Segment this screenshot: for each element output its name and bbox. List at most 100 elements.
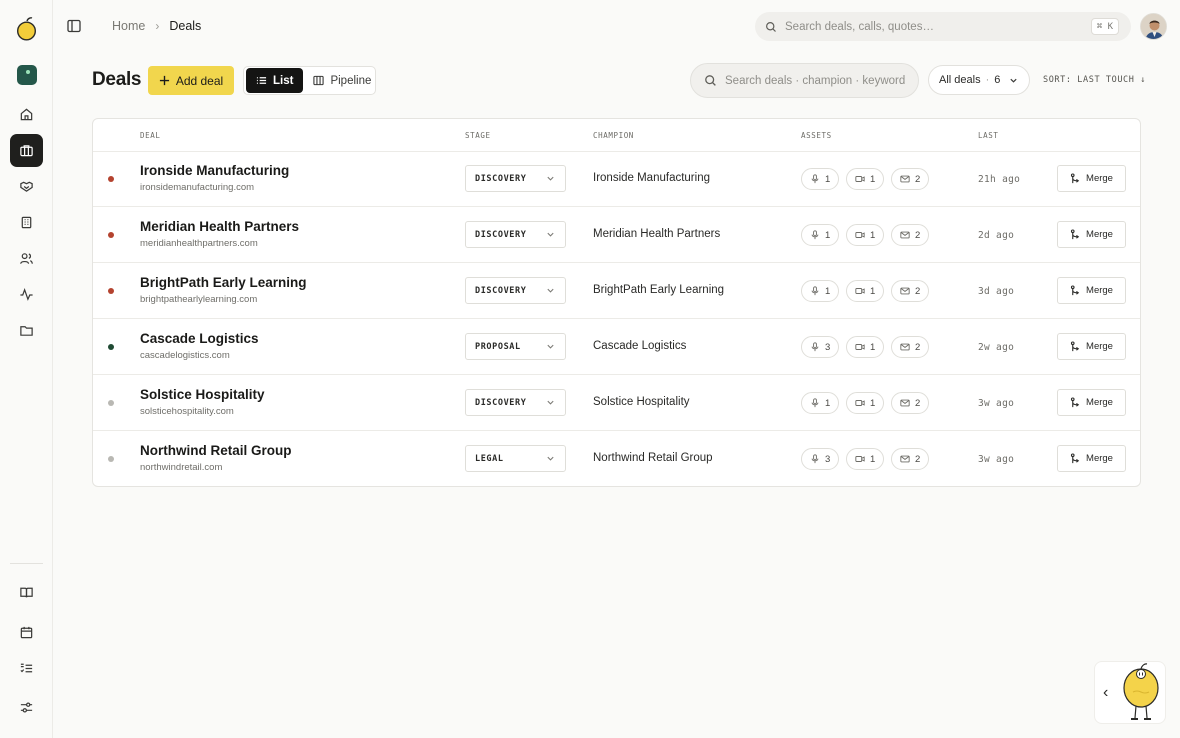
search-icon	[705, 75, 716, 86]
videos-count: 1	[870, 397, 876, 409]
emails-asset-chip[interactable]: 2	[891, 392, 930, 414]
deal-search-input[interactable]: Search deals · champion · keyword	[690, 63, 919, 98]
video-icon	[855, 176, 865, 182]
table-row[interactable]: BrightPath Early Learning brightpathearl…	[93, 263, 1140, 319]
videos-asset-chip[interactable]: 1	[846, 280, 885, 302]
collapse-widget-button[interactable]: ‹	[1103, 685, 1115, 701]
merge-label: Merge	[1086, 397, 1113, 408]
calls-asset-chip[interactable]: 1	[801, 168, 840, 190]
merge-icon	[1070, 285, 1080, 296]
checklist-icon	[20, 663, 33, 673]
list-view-tab[interactable]: List	[246, 68, 304, 93]
sidebar-item-activity[interactable]	[10, 278, 43, 311]
videos-asset-chip[interactable]: 1	[846, 392, 885, 414]
breadcrumb-home-link[interactable]: Home	[112, 19, 145, 33]
sidebar-item-home[interactable]	[10, 98, 43, 131]
pipeline-view-tab[interactable]: Pipeline	[303, 68, 381, 93]
calls-asset-chip[interactable]: 1	[801, 280, 840, 302]
videos-asset-chip[interactable]: 1	[846, 448, 885, 470]
column-header-champion: CHAMPION	[593, 131, 634, 140]
home-icon	[20, 108, 33, 121]
emails-count: 2	[915, 453, 921, 465]
merge-button[interactable]: Merge	[1057, 277, 1126, 304]
stage-select[interactable]: DISCOVERY	[465, 221, 566, 248]
sidebar-item-calendar[interactable]	[10, 616, 43, 649]
table-row[interactable]: Meridian Health Partners meridianhealthp…	[93, 207, 1140, 263]
emails-asset-chip[interactable]: 2	[891, 280, 930, 302]
sidebar-item-deals[interactable]	[10, 134, 43, 167]
calls-asset-chip[interactable]: 1	[801, 392, 840, 414]
app-logo-icon[interactable]	[16, 17, 37, 41]
calls-count: 3	[825, 453, 831, 465]
calls-asset-chip[interactable]: 1	[801, 224, 840, 246]
videos-asset-chip[interactable]: 1	[846, 224, 885, 246]
deal-domain: cascadelogistics.com	[140, 350, 230, 361]
table-row[interactable]: Cascade Logistics cascadelogistics.com P…	[93, 319, 1140, 375]
deal-name[interactable]: Northwind Retail Group	[140, 443, 292, 458]
global-search-input[interactable]: Search deals, calls, quotes… ⌘ K	[755, 12, 1131, 41]
list-icon	[256, 77, 267, 84]
mail-icon	[900, 175, 910, 183]
sidebar	[0, 0, 53, 738]
status-dot	[108, 288, 114, 294]
stage-select[interactable]: DISCOVERY	[465, 277, 566, 304]
merge-button[interactable]: Merge	[1057, 221, 1126, 248]
stage-select[interactable]: PROPOSAL	[465, 333, 566, 360]
emails-asset-chip[interactable]: 2	[891, 448, 930, 470]
table-row[interactable]: Ironside Manufacturing ironsidemanufactu…	[93, 151, 1140, 207]
merge-button[interactable]: Merge	[1057, 333, 1126, 360]
sidebar-item-tasks[interactable]	[10, 652, 43, 685]
view-toggle: List Pipeline	[243, 66, 376, 95]
table-row[interactable]: Northwind Retail Group northwindretail.c…	[93, 431, 1140, 487]
videos-count: 1	[870, 341, 876, 353]
videos-asset-chip[interactable]: 1	[846, 336, 885, 358]
emails-asset-chip[interactable]: 2	[891, 336, 930, 358]
calls-asset-chip[interactable]: 3	[801, 336, 840, 358]
chevron-down-icon	[547, 400, 554, 405]
merge-button[interactable]: Merge	[1057, 165, 1126, 192]
stage-select[interactable]: DISCOVERY	[465, 165, 566, 192]
stage-select[interactable]: DISCOVERY	[465, 389, 566, 416]
merge-button[interactable]: Merge	[1057, 445, 1126, 472]
stage-value: DISCOVERY	[475, 397, 527, 408]
emails-asset-chip[interactable]: 2	[891, 224, 930, 246]
status-dot	[108, 232, 114, 238]
column-header-last: LAST	[978, 131, 999, 140]
emails-count: 2	[915, 341, 921, 353]
deal-filter-dropdown[interactable]: All deals · 6	[928, 65, 1030, 95]
sort-control[interactable]: SORT: LAST TOUCH ↓	[1043, 75, 1146, 85]
merge-label: Merge	[1086, 453, 1113, 464]
sidebar-item-files[interactable]	[10, 314, 43, 347]
deal-name[interactable]: Ironside Manufacturing	[140, 163, 289, 178]
sidebar-item-companies[interactable]	[10, 206, 43, 239]
table-row[interactable]: Solstice Hospitality solsticehospitality…	[93, 375, 1140, 431]
list-view-label: List	[273, 74, 294, 87]
plus-icon	[159, 75, 169, 86]
videos-asset-chip[interactable]: 1	[846, 168, 885, 190]
emails-asset-chip[interactable]: 2	[891, 168, 930, 190]
deal-name[interactable]: Cascade Logistics	[140, 331, 259, 346]
merge-label: Merge	[1086, 285, 1113, 296]
add-deal-button[interactable]: Add deal	[148, 66, 234, 95]
calls-count: 1	[825, 173, 831, 185]
stage-select[interactable]: LEGAL	[465, 445, 566, 472]
sidebar-item-settings[interactable]	[10, 691, 43, 724]
global-search-placeholder: Search deals, calls, quotes…	[785, 20, 934, 33]
page-title: Deals	[92, 69, 142, 90]
deal-name[interactable]: Meridian Health Partners	[140, 219, 299, 234]
deal-name[interactable]: Solstice Hospitality	[140, 387, 265, 402]
emails-count: 2	[915, 229, 921, 241]
sidebar-toggle-icon[interactable]	[66, 18, 82, 34]
sidebar-item-library[interactable]	[10, 576, 43, 609]
merge-button[interactable]: Merge	[1057, 389, 1126, 416]
deal-name[interactable]: BrightPath Early Learning	[140, 275, 307, 290]
merge-icon	[1070, 397, 1080, 408]
breadcrumb: Home › Deals	[112, 19, 201, 33]
workspace-icon[interactable]	[17, 65, 37, 85]
assistant-widget[interactable]: ‹	[1094, 661, 1166, 724]
calls-asset-chip[interactable]: 3	[801, 448, 840, 470]
merge-label: Merge	[1086, 341, 1113, 352]
sidebar-item-partners[interactable]	[10, 170, 43, 203]
user-avatar[interactable]	[1140, 13, 1167, 40]
sidebar-item-contacts[interactable]	[10, 242, 43, 275]
